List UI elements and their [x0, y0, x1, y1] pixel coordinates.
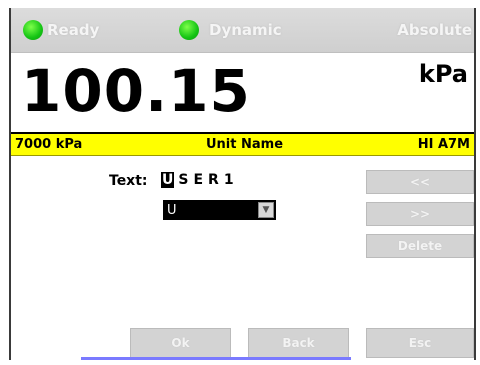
- dynamic-indicator: Dynamic: [179, 18, 282, 42]
- info-bar: 7000 kPa Unit Name HI A7M: [11, 132, 474, 156]
- text-field-label: Text:: [109, 173, 148, 189]
- text-char[interactable]: 1: [223, 172, 235, 188]
- dynamic-led-icon: [179, 20, 199, 40]
- ok-button[interactable]: Ok: [130, 328, 231, 358]
- range-label: 7000 kPa: [15, 137, 83, 152]
- pressure-reading: 100.15: [21, 57, 251, 125]
- esc-button[interactable]: Esc: [366, 328, 474, 358]
- text-char[interactable]: U: [161, 172, 175, 188]
- absolute-label: Absolute: [397, 21, 472, 39]
- bottom-divider: [81, 357, 351, 360]
- device-screen: Ready Dynamic Absolute 100.15 kPa 7000 k…: [9, 8, 476, 360]
- ready-indicator: Ready: [23, 18, 99, 42]
- model-label: HI A7M: [417, 137, 470, 152]
- status-bar: Ready Dynamic Absolute: [11, 8, 474, 53]
- text-char[interactable]: S: [177, 172, 189, 188]
- ready-led-icon: [23, 20, 43, 40]
- dynamic-label: Dynamic: [209, 21, 282, 39]
- dropdown-arrow-icon[interactable]: ▼: [258, 202, 274, 218]
- unit-name-label: Unit Name: [206, 137, 284, 152]
- delete-button[interactable]: Delete: [366, 234, 474, 258]
- previous-char-button[interactable]: <<: [366, 170, 474, 194]
- character-select[interactable]: U ▼: [163, 200, 276, 220]
- ready-label: Ready: [47, 21, 100, 39]
- next-char-button[interactable]: >>: [366, 202, 474, 226]
- pressure-unit: kPa: [418, 60, 468, 88]
- text-char[interactable]: E: [192, 172, 204, 188]
- back-button[interactable]: Back: [248, 328, 349, 358]
- character-select-value: U: [167, 202, 177, 218]
- text-char[interactable]: R: [207, 172, 220, 188]
- text-value[interactable]: USER1: [161, 172, 235, 188]
- absolute-indicator: Absolute: [397, 18, 472, 42]
